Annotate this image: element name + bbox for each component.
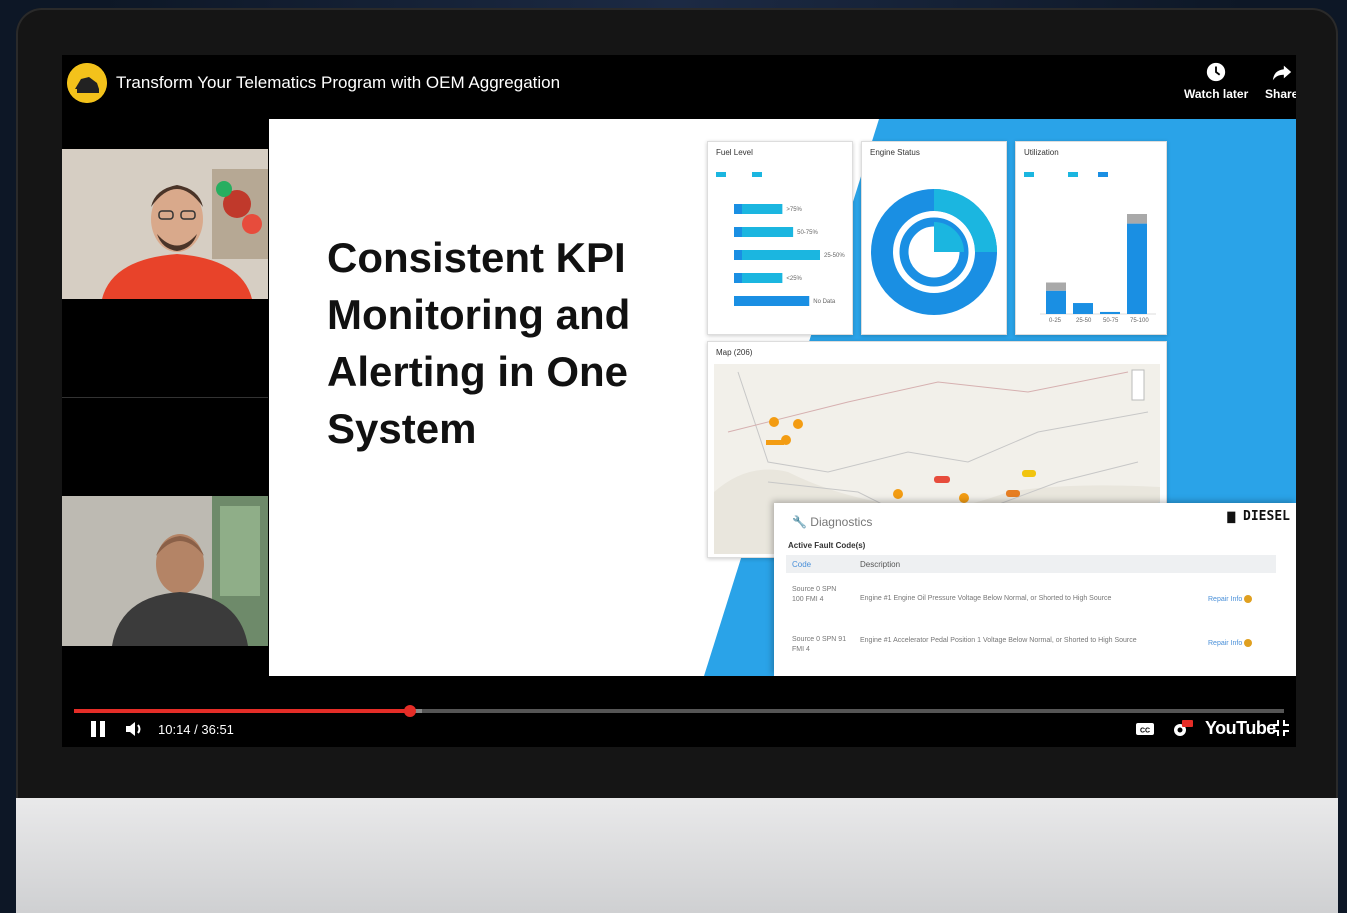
video-player[interactable]: Transform Your Telematics Program with O… [62,55,1296,747]
engine-status-panel: Engine Status [861,141,1007,335]
util-bar-secondary [1127,214,1147,224]
column-code[interactable]: Code [792,560,811,569]
diesel-laptops-logo: ▆ DIESEL [1227,509,1290,524]
pause-button[interactable] [88,719,108,744]
fault-description: Engine #1 Accelerator Pedal Position 1 V… [860,637,1137,644]
wrench-icon: 🔧 [792,515,807,529]
fuel-category-label: No Data [813,299,836,305]
svg-text:CC: CC [1140,728,1150,735]
share-button[interactable]: Share [1265,61,1296,101]
player-top-bar: Transform Your Telematics Program with O… [62,55,1296,117]
fuel-category-label: 50-75% [797,230,818,236]
engine-status-donut [871,189,997,315]
utilization-title: Utilization [1024,148,1059,157]
settings-button[interactable] [1170,719,1194,744]
util-bar-primary [1100,311,1120,314]
util-bar-primary [1046,290,1066,314]
fault-code: Source 0 SPN 91 FMI 4 [792,636,847,653]
column-description: Description [860,560,901,569]
exit-fullscreen-icon [1273,720,1289,736]
repair-info-text: Repair Info [1208,595,1243,603]
active-fault-codes-label: Active Fault Code(s) [788,541,866,550]
engine-status-title: Engine Status [870,148,920,157]
utilization-panel: Utilization 0-25 25-50 50-75 75-100 [1015,141,1167,335]
fuel-level-title: Fuel Level [716,148,753,157]
pause-icon [91,721,105,737]
video-title[interactable]: Transform Your Telematics Program with O… [116,73,560,93]
fuel-bar-segment [734,227,742,237]
util-category-label: 0-25 [1049,318,1062,324]
util-category-label: 25-50 [1076,318,1092,324]
fault-description: Engine #1 Engine Oil Pressure Voltage Be… [860,595,1112,602]
fault-code: Source 0 SPN 100 FMI 4 [792,586,837,603]
youtube-logo[interactable]: YouTube [1205,718,1276,739]
time-display: 10:14 / 36:51 [158,722,234,737]
webcam-presenter-2 [62,496,268,646]
share-icon [1272,65,1291,81]
utilization-chart: 0-25 25-50 50-75 75-100 [1024,172,1156,324]
webcam-presenter-1 [62,149,268,299]
fuel-bar-segment [734,273,742,283]
exit-fullscreen-button[interactable] [1272,719,1290,742]
truck-icon: ▆ [1227,509,1236,524]
fuel-category-label: <25% [786,276,802,282]
captions-icon: CC [1136,723,1154,735]
captions-button[interactable]: CC [1135,719,1155,744]
repair-info-text: Repair Info [1208,639,1243,647]
map-title: Map (206) [716,348,753,357]
coin-icon [1244,595,1253,603]
fuel-level-panel: Fuel Level >75% 50-75% 25-50% <25% No Data [707,141,853,335]
volume-icon [126,722,141,736]
fuel-bar-segment [734,204,742,214]
fuel-bar [734,250,820,260]
watch-later-label: Watch later [1184,87,1249,101]
coin-icon [1244,639,1253,647]
fuel-bar-segment [734,296,742,306]
clock-icon [1206,62,1226,82]
diagnostics-table-header: Code Description [786,555,1276,573]
progress-played [74,709,411,713]
diesel-brand-text: DIESEL [1243,509,1290,524]
diagnostics-title-text: Diagnostics [810,515,873,529]
repair-info-link[interactable]: Repair Info [1208,595,1253,603]
repair-info-link[interactable]: Repair Info [1208,639,1253,647]
share-label: Share [1265,87,1296,101]
util-category-label: 75-100 [1130,318,1149,324]
diagnostics-panel: 🔧 Diagnostics ▆ DIESEL Active Fault Code… [774,503,1296,676]
util-category-label: 50-75 [1103,318,1119,324]
volume-button[interactable] [124,719,146,744]
fuel-category-label: >75% [786,207,802,213]
util-bar-secondary [1046,282,1066,291]
presentation-slide: Consistent KPI Monitoring and Alerting i… [269,119,1296,676]
monitor-chin [16,798,1338,913]
fuel-bar [734,296,810,306]
fuel-category-label: 25-50% [824,253,845,259]
slide-heading: Consistent KPI Monitoring and Alerting i… [327,234,631,452]
util-bar-primary [1127,223,1147,314]
fuel-bar [734,227,794,237]
util-bar-primary [1073,303,1093,314]
gear-icon [1174,720,1193,736]
fuel-level-chart: >75% 50-75% 25-50% <25% No Data [716,172,845,306]
progress-scrubber[interactable] [404,705,417,717]
webcam-divider [62,397,268,398]
diagnostics-title: 🔧 Diagnostics [792,515,872,529]
channel-avatar[interactable] [67,63,107,103]
watch-later-button[interactable]: Watch later [1184,61,1248,101]
fuel-bar-segment [734,250,742,260]
progress-bar[interactable] [74,705,1284,717]
